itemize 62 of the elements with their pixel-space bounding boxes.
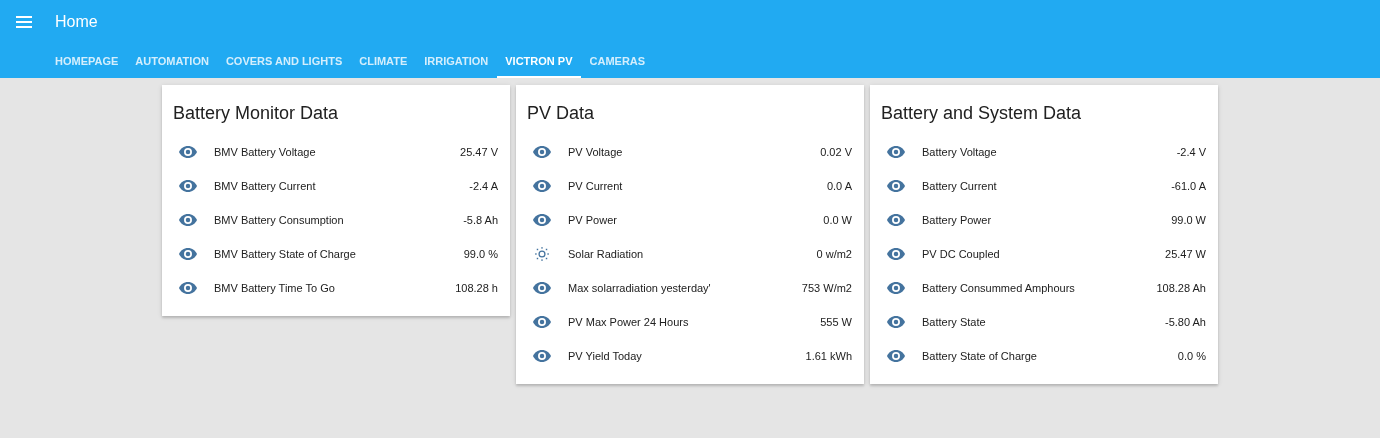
entity-name[interactable]: PV Max Power 24 Hours bbox=[568, 316, 821, 328]
eye-icon bbox=[887, 282, 905, 294]
eye-icon bbox=[179, 146, 197, 158]
eye-icon bbox=[179, 248, 197, 260]
entity-value: 25.47 V bbox=[460, 146, 498, 158]
entity-value: 1.61 kWh bbox=[805, 350, 852, 362]
entity-value: 99.0 W bbox=[1171, 214, 1206, 226]
eye-icon bbox=[533, 282, 551, 294]
entity-value: 108.28 h bbox=[455, 282, 498, 294]
entity-name[interactable]: BMV Battery Current bbox=[214, 180, 470, 192]
entity-name[interactable]: Max solarradiation yesterday' bbox=[568, 282, 802, 294]
entity-name[interactable]: PV DC Coupled bbox=[922, 248, 1166, 260]
entity-value: 0.0 W bbox=[823, 214, 852, 226]
entity-name[interactable]: BMV Battery State of Charge bbox=[214, 248, 464, 260]
entity-value: -5.80 Ah bbox=[1165, 316, 1206, 328]
entity-name[interactable]: PV Power bbox=[568, 214, 824, 226]
entity-value: 0 w/m2 bbox=[816, 248, 852, 260]
eye-icon bbox=[887, 350, 905, 362]
card-title: PV Data bbox=[526, 102, 596, 125]
eye-icon bbox=[179, 214, 197, 226]
entity-value: 0.02 V bbox=[820, 146, 852, 158]
entity-value: -61.0 A bbox=[1171, 180, 1206, 192]
eye-icon bbox=[533, 180, 551, 192]
eye-icon bbox=[887, 248, 905, 260]
entity-value: -2.4 A bbox=[469, 180, 498, 192]
entity-name[interactable]: BMV Battery Time To Go bbox=[214, 282, 456, 294]
entity-value: -2.4 V bbox=[1176, 146, 1206, 158]
entity-name[interactable]: BMV Battery Voltage bbox=[214, 146, 461, 158]
menu-icon[interactable] bbox=[16, 16, 32, 28]
entity-name[interactable]: PV Yield Today bbox=[568, 350, 806, 362]
entity-value: 108.28 Ah bbox=[1156, 282, 1206, 294]
entity-name[interactable]: Battery State of Charge bbox=[922, 350, 1178, 362]
eye-icon bbox=[887, 180, 905, 192]
entity-name[interactable]: Battery Voltage bbox=[922, 146, 1177, 158]
entity-name[interactable]: PV Voltage bbox=[568, 146, 821, 158]
card-title: Battery and System Data bbox=[880, 102, 1083, 125]
eye-icon bbox=[887, 316, 905, 328]
entity-value: -5.8 Ah bbox=[463, 214, 498, 226]
eye-icon bbox=[533, 214, 551, 226]
entity-name[interactable]: Battery Current bbox=[922, 180, 1172, 192]
entity-name[interactable]: PV Current bbox=[568, 180, 827, 192]
eye-icon bbox=[533, 146, 551, 158]
entity-name[interactable]: Battery Consummed Amphours bbox=[922, 282, 1157, 294]
sun-icon bbox=[535, 247, 549, 261]
eye-icon bbox=[887, 214, 905, 226]
entity-value: 555 W bbox=[820, 316, 852, 328]
entity-name[interactable]: Battery Power bbox=[922, 214, 1172, 226]
entity-value: 0.0 % bbox=[1177, 350, 1206, 362]
card-title: Battery Monitor Data bbox=[172, 102, 340, 125]
entity-name[interactable]: Solar Radiation bbox=[568, 248, 817, 260]
entity-value: 753 W/m2 bbox=[801, 282, 852, 294]
eye-icon bbox=[887, 146, 905, 158]
eye-icon bbox=[179, 180, 197, 192]
eye-icon bbox=[533, 316, 551, 328]
entity-value: 99.0 % bbox=[463, 248, 498, 260]
entity-name[interactable]: BMV Battery Consumption bbox=[214, 214, 464, 226]
app-title: Home bbox=[55, 13, 98, 31]
eye-icon bbox=[533, 350, 551, 362]
eye-icon bbox=[179, 282, 197, 294]
entity-name[interactable]: Battery State bbox=[922, 316, 1165, 328]
entity-value: 0.0 A bbox=[826, 180, 852, 192]
entity-value: 25.47 W bbox=[1165, 248, 1206, 260]
